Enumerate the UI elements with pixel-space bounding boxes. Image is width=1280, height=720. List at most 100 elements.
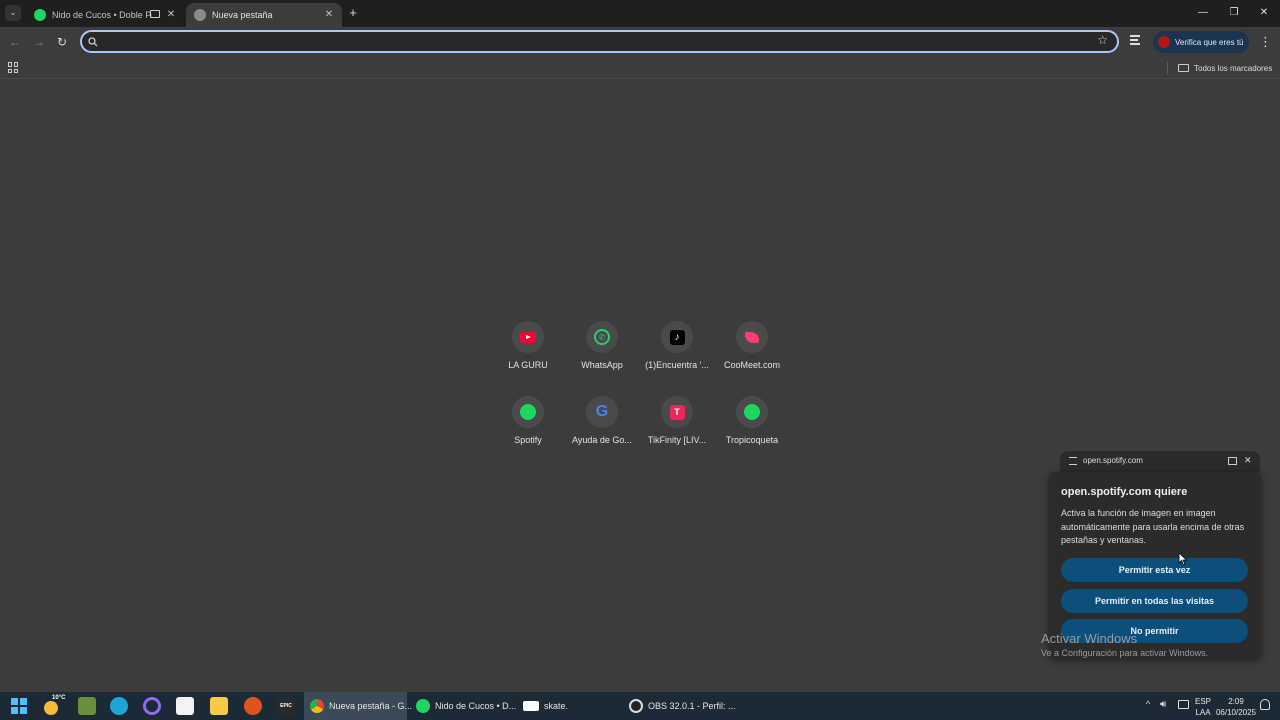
shortcut-label: Tropicoqueta — [725, 435, 779, 445]
back-button[interactable]: ← — [6, 33, 24, 51]
bookmarks-bar: Todos los marcadores — [0, 57, 1280, 79]
shortcut-tile[interactable]: G Ayuda de Go... — [564, 396, 640, 445]
moon-icon — [44, 701, 58, 715]
spotify-icon — [736, 396, 768, 428]
menu-button[interactable]: ⋮ — [1259, 33, 1272, 51]
file-explorer-icon[interactable] — [210, 697, 228, 715]
shortcut-tile[interactable]: Spotify — [490, 396, 566, 445]
new-tab-button[interactable]: + — [346, 5, 360, 21]
epic-games-icon[interactable]: EPIC — [277, 697, 295, 715]
avatar — [1158, 36, 1170, 48]
network-icon[interactable] — [1178, 700, 1189, 709]
tab-new-tab[interactable]: Nueva pestaña ✕ — [186, 3, 342, 27]
weather-widget[interactable]: 10°C — [42, 695, 66, 717]
language-indicator[interactable]: ESP LAA — [1195, 696, 1211, 718]
taskbar-app-obs[interactable]: OBS 32.0.1 - Perfil: ... — [623, 692, 736, 720]
activate-windows-watermark: Activar Windows Ve a Configuración para … — [1041, 631, 1208, 658]
back-to-tab-icon[interactable] — [1228, 457, 1237, 465]
all-bookmarks-button[interactable]: Todos los marcadores — [1178, 61, 1272, 75]
whatsapp-icon: ✆ — [586, 321, 618, 353]
volume-icon[interactable]: 🔊︎ — [1160, 699, 1166, 710]
clock[interactable]: 2:09 06/10/2025 — [1215, 696, 1257, 718]
tab-title: Nido de Cucos • Doble Por — [52, 10, 152, 20]
weather-temperature: 10°C — [52, 695, 66, 701]
shortcut-label: Ayuda de Go... — [572, 435, 632, 445]
close-window-button[interactable]: ✕ — [1254, 4, 1274, 22]
tab-close-button[interactable]: ✕ — [322, 8, 336, 22]
language-bottom: LAA — [1195, 708, 1211, 717]
shortcut-tile[interactable]: Tropicoqueta — [714, 396, 790, 445]
bookmarks-divider — [1167, 61, 1168, 75]
spotify-icon — [416, 699, 430, 713]
taskbar-app-chrome[interactable]: Nueva pestaña - G... — [304, 692, 412, 720]
reading-list-icon[interactable] — [1130, 35, 1142, 47]
taskbar-app-skate[interactable]: skate. — [517, 692, 620, 720]
clock-time: 2:09 — [1228, 697, 1244, 706]
shortcut-tile[interactable]: LA GURU — [490, 321, 566, 370]
youtube-icon — [512, 321, 544, 353]
globe-icon — [194, 9, 206, 21]
store-icon[interactable] — [176, 697, 194, 715]
skate-icon — [523, 701, 539, 711]
dialog-title: open.spotify.com quiere — [1061, 486, 1188, 498]
circle-app-icon[interactable] — [143, 697, 161, 715]
address-bar[interactable]: ☆ — [80, 30, 1119, 53]
dialog-body: Activa la función de imagen en imagen au… — [1061, 508, 1245, 545]
all-bookmarks-label: Todos los marcadores — [1194, 63, 1273, 73]
shortcut-tile[interactable]: CooMeet.com — [714, 321, 790, 370]
language-top: ESP — [1195, 697, 1212, 706]
notifications-bell-icon[interactable] — [1260, 699, 1270, 710]
shortcut-label: Spotify — [514, 435, 542, 445]
tiktok-icon: ♪ — [661, 321, 693, 353]
tab-search-button[interactable]: ⌄ — [5, 5, 21, 21]
watermark-subtitle: Ve a Configuración para activar Windows. — [1041, 648, 1209, 658]
toolbar: ← → ↻ ☆ Verifica que eres tú ⋮ — [0, 27, 1280, 57]
tab-title: Nueva pestaña — [212, 10, 273, 20]
windows-start-icon[interactable] — [10, 697, 28, 715]
spotify-icon — [34, 9, 46, 21]
shortcut-label: WhatsApp — [581, 360, 623, 370]
show-hidden-icons-button[interactable]: ^ — [1146, 699, 1150, 709]
profile-button[interactable]: Verifica que eres tú — [1153, 31, 1249, 53]
taskbar-app-label: skate. — [544, 701, 569, 711]
watermark-title: Activar Windows — [1041, 631, 1138, 646]
forward-button[interactable]: → — [30, 33, 48, 51]
bookmark-star-icon[interactable]: ☆ — [1097, 33, 1108, 47]
spotify-icon — [512, 396, 544, 428]
reload-button[interactable]: ↻ — [53, 33, 71, 51]
search-icon — [88, 37, 98, 47]
coomeet-icon — [736, 321, 768, 353]
chrome-icon — [310, 699, 324, 713]
pip-close-button[interactable]: ✕ — [1244, 455, 1252, 466]
pip-window-header: open.spotify.com ✕ — [1060, 451, 1260, 472]
clock-date: 06/10/2025 — [1215, 708, 1257, 717]
shortcut-tile[interactable]: T TikFinity [LIV... — [639, 396, 715, 445]
mouse-cursor-icon — [1178, 552, 1188, 566]
shortcut-tile[interactable]: ✆ WhatsApp — [564, 321, 640, 370]
browser-app-icon[interactable] — [244, 697, 262, 715]
taskbar-app-label: OBS 32.0.1 - Perfil: ... — [648, 701, 736, 711]
profile-label: Verifica que eres tú — [1175, 37, 1244, 47]
allow-always-button[interactable]: Permitir en todas las visitas — [1061, 589, 1248, 613]
tab-close-button[interactable]: ✕ — [164, 8, 178, 22]
minimize-button[interactable]: — — [1193, 4, 1213, 22]
folder-icon — [1178, 64, 1189, 72]
site-settings-icon[interactable] — [1069, 457, 1077, 465]
pip-origin: open.spotify.com — [1083, 456, 1143, 465]
taskbar: 10°C EPIC Nueva pestaña - G... Nido de C… — [0, 692, 1280, 720]
edge-icon[interactable] — [110, 697, 128, 715]
tab-strip: ⌄ Nido de Cucos • Doble Por ✕ Nueva pest… — [0, 0, 1280, 27]
tab-spotify[interactable]: Nido de Cucos • Doble Por ✕ — [26, 3, 184, 27]
restore-button[interactable]: ❐ — [1224, 4, 1244, 22]
shortcut-tile[interactable]: ♪ (1)Encuentra '... — [639, 321, 715, 370]
tikfinity-icon: T — [661, 396, 693, 428]
pip-indicator-icon — [150, 10, 160, 18]
taskbar-app-label: Nido de Cucos • D... — [435, 701, 517, 711]
google-icon: G — [586, 396, 618, 428]
shortcut-label: CooMeet.com — [723, 360, 781, 370]
minecraft-icon[interactable] — [78, 697, 96, 715]
allow-once-button[interactable]: Permitir esta vez — [1061, 558, 1248, 582]
taskbar-app-label: Nueva pestaña - G... — [329, 701, 413, 711]
apps-grid-icon[interactable] — [8, 62, 19, 73]
taskbar-app-spotify[interactable]: Nido de Cucos • D... — [410, 692, 517, 720]
